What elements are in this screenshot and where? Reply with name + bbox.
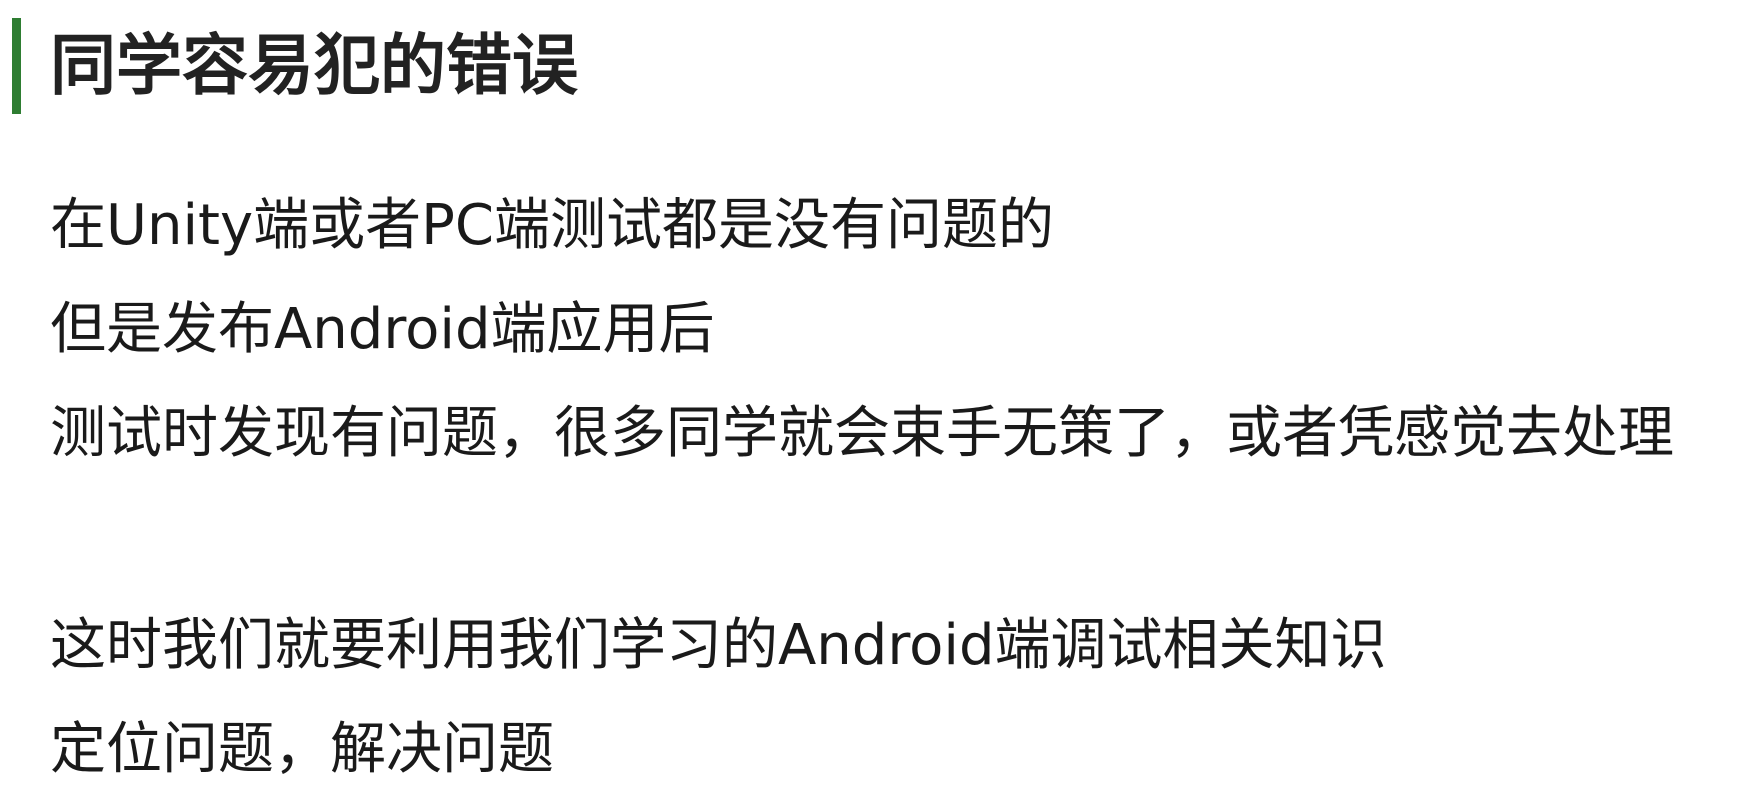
title-accent-bar <box>12 18 21 114</box>
body-line-2: 但是发布Android端应用后 <box>50 297 715 362</box>
body-line-5: 定位问题，解决问题 <box>50 717 554 782</box>
slide-title: 同学容易犯的错误 <box>50 27 578 104</box>
body-line-1: 在Unity端或者PC端测试都是没有问题的 <box>50 193 1055 258</box>
body-line-4: 这时我们就要利用我们学习的Android端调试相关知识 <box>50 613 1387 678</box>
body-line-3: 测试时发现有问题，很多同学就会束手无策了，或者凭感觉去处理 <box>50 401 1674 466</box>
